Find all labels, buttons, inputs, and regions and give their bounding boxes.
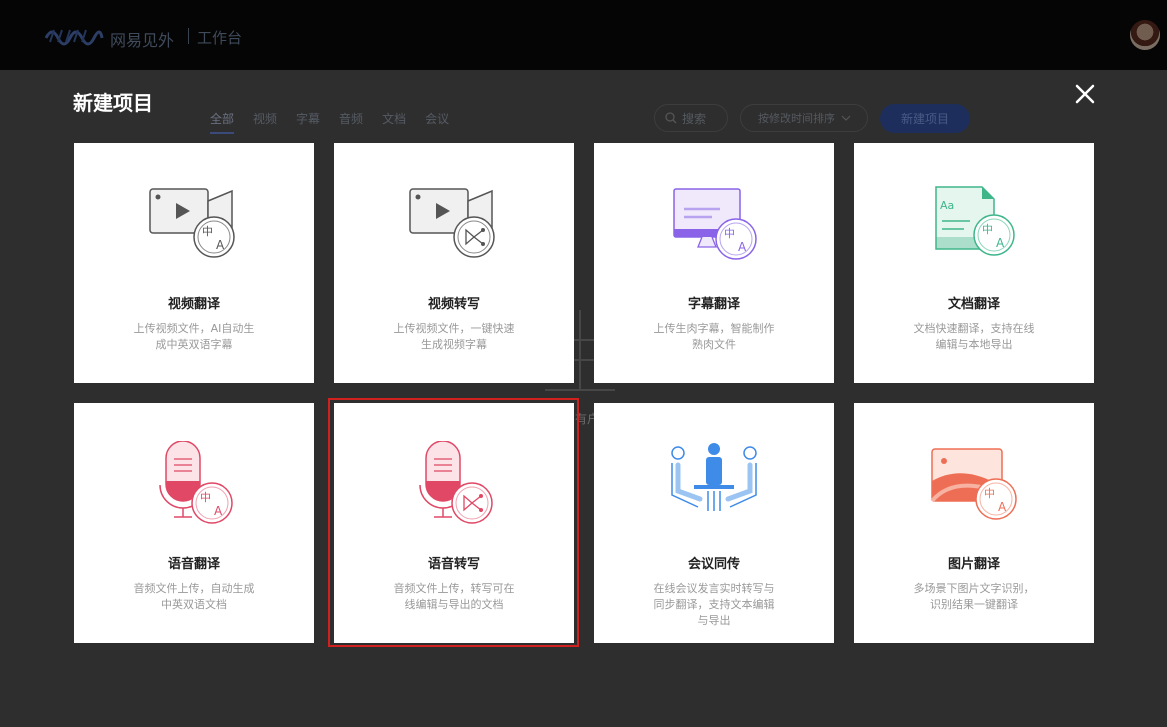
card-title: 语音转写 bbox=[427, 557, 480, 572]
modal-title: 新建项目 bbox=[73, 91, 153, 115]
svg-text:中: 中 bbox=[982, 223, 993, 236]
card-video-transcribe[interactable]: 视频转写 上传视频文件，一键快速生成视频字幕 bbox=[334, 143, 574, 383]
tab-audio[interactable]: 音频 bbox=[339, 110, 363, 134]
search-input[interactable]: 搜索 bbox=[654, 104, 728, 132]
search-placeholder: 搜索 bbox=[682, 111, 707, 126]
svg-text:A: A bbox=[996, 236, 1005, 250]
app-header: 网易见外 工作台 bbox=[0, 0, 1167, 70]
card-description: 音频文件上传，转写可在线编辑与导出的文档 bbox=[393, 582, 515, 611]
card-description: 文档快速翻译，支持在线编辑与本地导出 bbox=[913, 322, 1035, 351]
filter-tabs: 全部 视频 字幕 音频 文档 会议 bbox=[210, 110, 468, 134]
card-meeting-interpret[interactable]: 会议同传 在线会议发言实时转写与同步翻译，支持文本编辑与导出 bbox=[594, 403, 834, 643]
video-transcribe-icon bbox=[409, 188, 495, 258]
workspace-link[interactable]: 工作台 bbox=[197, 27, 242, 48]
tab-document[interactable]: 文档 bbox=[382, 110, 406, 134]
svg-text:A: A bbox=[738, 240, 747, 254]
video-translate-icon: 中 A bbox=[149, 188, 235, 258]
audio-transcribe-icon bbox=[419, 441, 493, 524]
image-translate-icon: 中 A bbox=[930, 448, 1017, 520]
tab-all[interactable]: 全部 bbox=[210, 110, 235, 134]
sort-label: 按修改时间排序 bbox=[758, 112, 835, 125]
card-title: 语音翻译 bbox=[167, 557, 220, 572]
card-subtitle-translate[interactable]: 中 A 字幕翻译 上传生肉字幕，智能制作熟肉文件 bbox=[594, 143, 834, 383]
brand-name: 网易见外 bbox=[110, 31, 175, 50]
card-audio-transcribe[interactable]: 语音转写 音频文件上传，转写可在线编辑与导出的文档 bbox=[334, 403, 574, 643]
tab-video[interactable]: 视频 bbox=[253, 110, 277, 134]
card-title: 字幕翻译 bbox=[687, 297, 740, 312]
close-icon[interactable] bbox=[1072, 81, 1098, 107]
svg-text:Aa: Aa bbox=[940, 199, 954, 212]
sort-dropdown[interactable]: 按修改时间排序 bbox=[740, 104, 868, 132]
card-title: 文档翻译 bbox=[947, 297, 1000, 312]
card-image-translate[interactable]: 中 A 图片翻译 多场景下图片文字识别，识别结果一键翻译 bbox=[854, 403, 1094, 643]
card-title: 视频转写 bbox=[427, 297, 480, 312]
svg-text:中: 中 bbox=[984, 487, 995, 500]
card-document-translate[interactable]: Aa 中 A 文档翻译 文档快速翻译，支持在线编辑与本地导出 bbox=[854, 143, 1094, 383]
svg-text:A: A bbox=[214, 504, 223, 518]
subtitle-translate-icon: 中 A bbox=[673, 188, 757, 260]
brand-divider bbox=[188, 28, 189, 44]
new-project-button[interactable]: 新建项目 bbox=[880, 104, 970, 133]
audio-translate-icon: 中 A bbox=[159, 441, 233, 524]
search-icon bbox=[665, 112, 677, 124]
chevron-down-icon bbox=[841, 115, 851, 121]
document-translate-icon: Aa 中 A bbox=[935, 186, 1015, 256]
svg-text:A: A bbox=[216, 238, 225, 252]
avatar[interactable] bbox=[1130, 20, 1160, 50]
card-description: 在线会议发言实时转写与同步翻译，支持文本编辑与导出 bbox=[653, 582, 775, 627]
card-audio-translate[interactable]: 中 A 语音翻译 音频文件上传，自动生成中英双语文档 bbox=[74, 403, 314, 643]
logo-icon bbox=[44, 29, 104, 46]
card-title: 视频翻译 bbox=[167, 297, 220, 312]
svg-text:中: 中 bbox=[724, 227, 735, 240]
card-description: 多场景下图片文字识别，识别结果一键翻译 bbox=[913, 582, 1035, 611]
card-title: 会议同传 bbox=[687, 557, 740, 572]
card-description: 上传视频文件，一键快速生成视频字幕 bbox=[393, 322, 515, 351]
card-title: 图片翻译 bbox=[947, 557, 1000, 572]
card-video-translate[interactable]: 中 A 视频翻译 上传视频文件，AI自动生成中英双语字幕 bbox=[74, 143, 314, 383]
card-description: 上传视频文件，AI自动生成中英双语字幕 bbox=[133, 322, 255, 351]
tab-subtitle[interactable]: 字幕 bbox=[296, 110, 320, 134]
svg-text:中: 中 bbox=[202, 225, 213, 238]
card-description: 上传生肉字幕，智能制作熟肉文件 bbox=[653, 322, 775, 351]
card-description: 音频文件上传，自动生成中英双语文档 bbox=[133, 582, 255, 611]
svg-text:A: A bbox=[998, 500, 1007, 514]
tab-meeting[interactable]: 会议 bbox=[425, 110, 449, 134]
meeting-interpret-icon bbox=[671, 443, 757, 511]
svg-text:中: 中 bbox=[200, 491, 211, 504]
